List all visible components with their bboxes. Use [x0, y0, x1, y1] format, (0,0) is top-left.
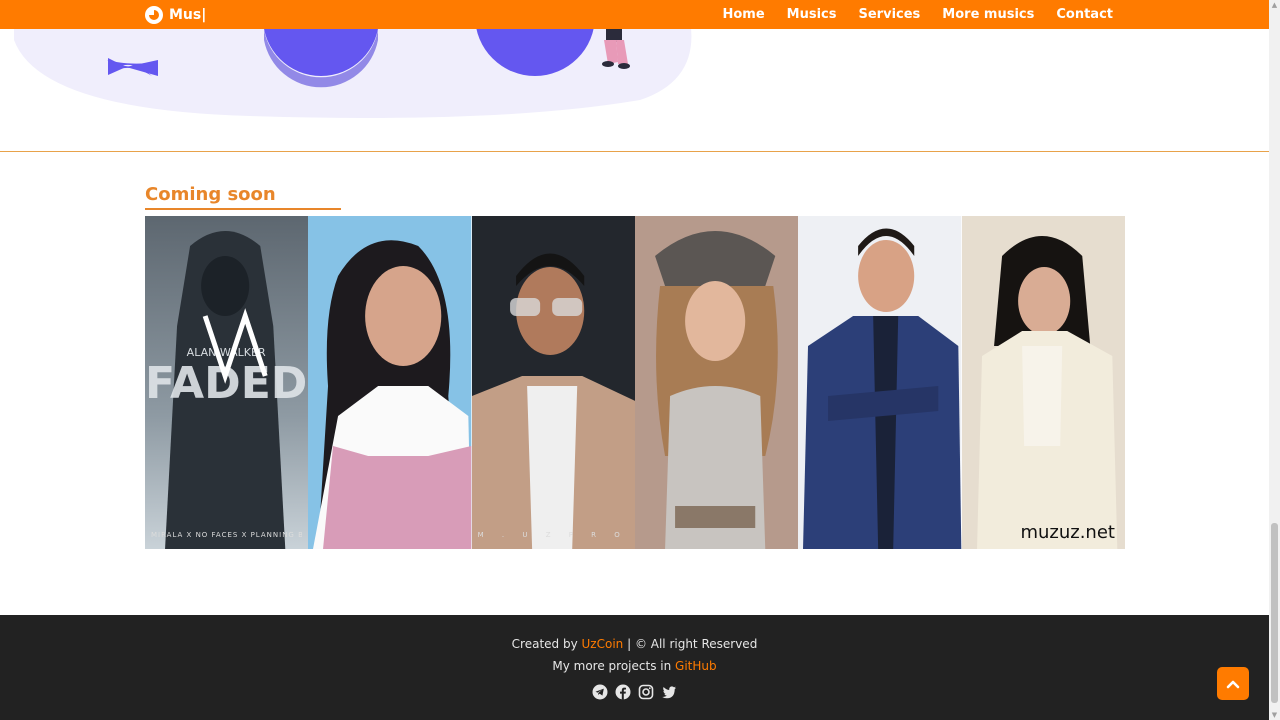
chevron-up-icon	[1226, 680, 1240, 688]
footer-projects: My more projects in GitHub	[0, 659, 1269, 673]
uzcoin-link[interactable]: UzCoin	[582, 637, 624, 651]
social-links	[0, 683, 1269, 700]
artist-card[interactable]	[634, 216, 799, 549]
card-caption: M . U Z P R O D U C T	[477, 531, 629, 539]
nav-home[interactable]: Home	[722, 7, 764, 22]
footer: Created by UzCoin | © All right Reserved…	[0, 615, 1269, 720]
title-underline	[145, 208, 341, 210]
github-link[interactable]: GitHub	[675, 659, 717, 673]
artist-image	[798, 216, 962, 549]
artist-card[interactable]: M . U Z P R O D U C T	[471, 216, 635, 549]
artist-card[interactable]: ALAN WALKER FADED MIRALA X NO FACES X PL…	[145, 216, 309, 549]
scroll-up-icon[interactable]: ▲	[1271, 1, 1278, 9]
scroll-down-icon[interactable]: ▼	[1271, 711, 1278, 719]
coming-soon-gallery: ALAN WALKER FADED MIRALA X NO FACES X PL…	[145, 216, 1125, 549]
navbar: Mus| Home Musics Services More musics Co…	[0, 0, 1269, 29]
credits-suffix: | © All right Reserved	[623, 637, 758, 651]
brand-logo-icon	[145, 6, 163, 24]
facebook-icon[interactable]	[615, 683, 632, 700]
artist-card[interactable]: muzuz.net	[961, 216, 1125, 549]
projects-prefix: My more projects in	[552, 659, 676, 673]
artist-image	[634, 216, 799, 549]
coming-soon-title: Coming soon	[145, 184, 276, 205]
nav-musics[interactable]: Musics	[787, 7, 837, 22]
instagram-icon[interactable]	[638, 683, 655, 700]
artist-card[interactable]	[798, 216, 962, 549]
artist-image	[961, 216, 1125, 549]
card-caption: MIRALA X NO FACES X PLANNING BOOTLA	[151, 531, 303, 539]
brand[interactable]: Mus|	[145, 3, 206, 27]
brand-name: Mus|	[169, 7, 207, 23]
footer-credits: Created by UzCoin | © All right Reserved	[0, 637, 1269, 651]
nav-links: Home Musics Services More musics Contact	[722, 0, 1113, 29]
page-scrollbar[interactable]: ▲ ▼	[1269, 0, 1280, 720]
back-to-top-button[interactable]	[1217, 667, 1249, 700]
credits-prefix: Created by	[511, 637, 582, 651]
artist-image: ALAN WALKER FADED	[145, 216, 309, 549]
artist-image	[471, 216, 635, 549]
section-divider	[0, 151, 1269, 152]
telegram-icon[interactable]	[592, 683, 609, 700]
twitter-icon[interactable]	[661, 683, 678, 700]
nav-more-musics[interactable]: More musics	[942, 7, 1034, 22]
nav-services[interactable]: Services	[859, 7, 921, 22]
scroll-thumb[interactable]	[1271, 523, 1278, 703]
artist-image	[308, 216, 472, 549]
nav-contact[interactable]: Contact	[1056, 7, 1113, 22]
card-caption: muzuz.net	[1020, 522, 1115, 543]
artist-card[interactable]	[308, 216, 472, 549]
